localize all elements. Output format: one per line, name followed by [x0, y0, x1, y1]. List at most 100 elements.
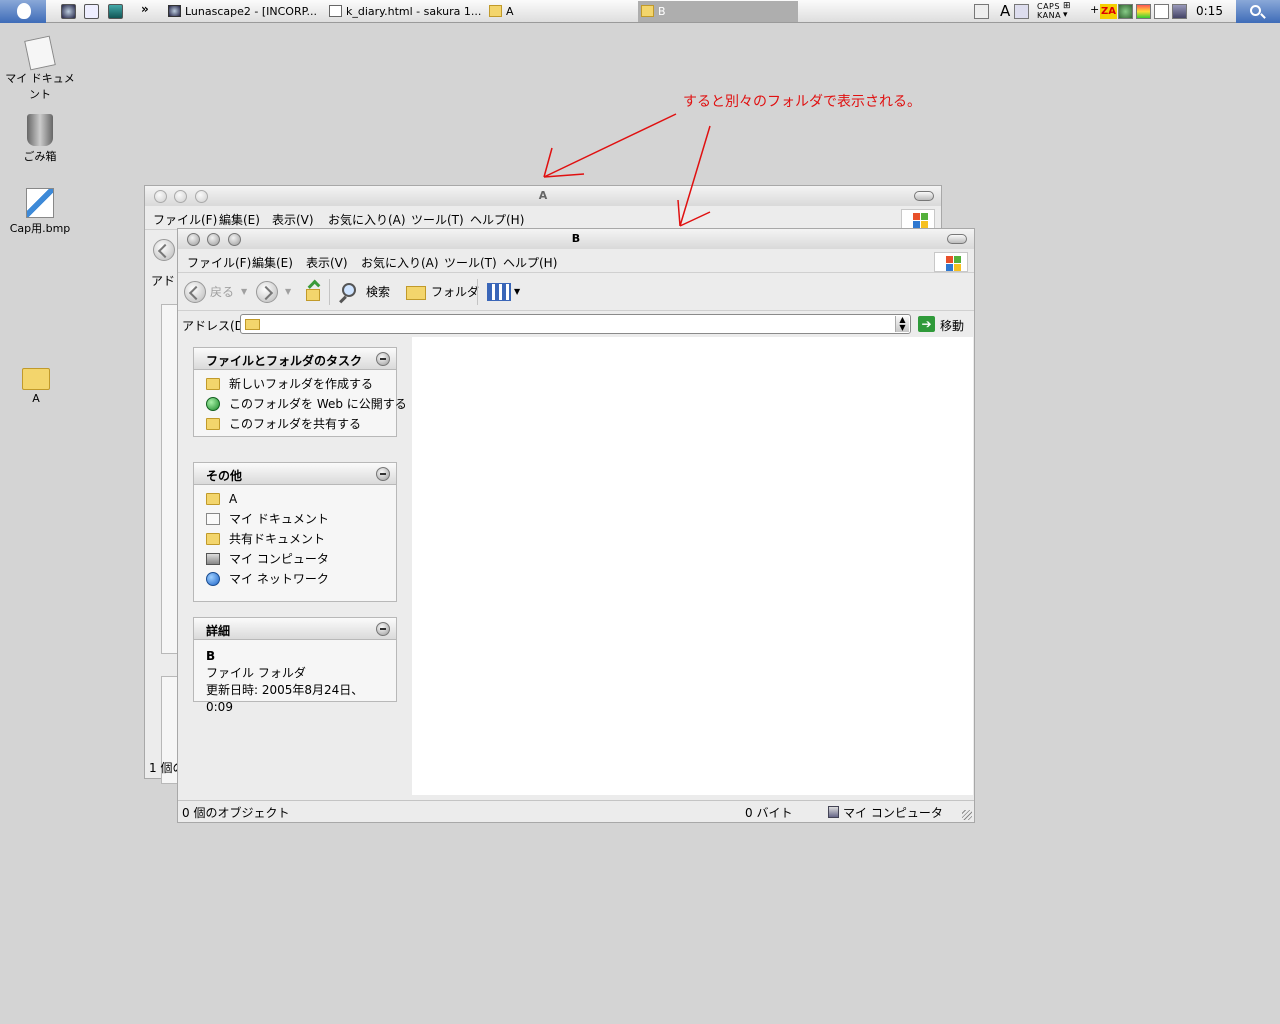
clock[interactable]: 0:15: [1196, 0, 1223, 23]
ime-pad-icon[interactable]: [1014, 4, 1029, 19]
folder-icon: [22, 368, 50, 390]
zoom-button[interactable]: [195, 190, 208, 203]
task-folder-b[interactable]: B: [638, 1, 798, 22]
other-places-panel: その他 A マイ ドキュメント 共有ドキュメント マイ コンピュータ マイ ネッ…: [193, 462, 397, 602]
place-label: A: [229, 492, 238, 506]
desktop-icon-cap-bmp[interactable]: Cap用.bmp: [0, 188, 80, 236]
views-button[interactable]: ▼: [487, 281, 523, 303]
menu-edit[interactable]: 編集(E): [252, 254, 293, 271]
menu-file[interactable]: ファイル(F): [187, 254, 251, 271]
lunascape-icon: [168, 5, 181, 17]
back-button[interactable]: 戻る: [210, 281, 234, 303]
place-shared-documents[interactable]: 共有ドキュメント: [194, 529, 396, 549]
zoom-button[interactable]: [228, 233, 241, 246]
my-documents-icon: [24, 35, 56, 71]
folders-button[interactable]: フォルダ: [404, 281, 479, 303]
task-new-folder[interactable]: 新しいフォルダを作成する: [194, 374, 396, 394]
folder-icon: [489, 5, 502, 17]
back-button[interactable]: [153, 239, 175, 261]
panel-header[interactable]: その他: [194, 463, 396, 485]
menu-tools[interactable]: ツール(T): [444, 254, 497, 271]
collapse-button[interactable]: [376, 622, 390, 636]
window-b-statusbar: 0 個のオブジェクト 0 バイト マイ コンピュータ: [178, 800, 974, 822]
back-arrow-icon[interactable]: [184, 281, 206, 303]
desktop-icon-label: A: [32, 392, 40, 405]
address-dropdown-icon[interactable]: ▲ ▼: [895, 316, 909, 332]
menu-favorites[interactable]: お気に入り(A): [361, 254, 439, 271]
task-share-folder[interactable]: このフォルダを共有する: [194, 414, 396, 434]
window-a-menubar: ファイル(F) 編集(E) 表示(V) お気に入り(A) ツール(T) ヘルプ(…: [145, 206, 941, 230]
quick-launch-tool-icon[interactable]: [108, 4, 123, 19]
place-my-network[interactable]: マイ ネットワーク: [194, 569, 396, 589]
quick-launch-editor-icon[interactable]: [84, 4, 99, 19]
apple-menu-button[interactable]: [0, 0, 46, 23]
window-a-titlebar[interactable]: A: [145, 186, 941, 206]
forward-dropdown-icon[interactable]: ▼: [285, 281, 291, 303]
kana-indicator: KANA: [1037, 11, 1062, 20]
menu-file[interactable]: ファイル(F): [153, 211, 217, 228]
ime-options-icon[interactable]: ⊞ ▾: [1063, 2, 1071, 20]
menu-tools[interactable]: ツール(T): [411, 211, 464, 228]
detail-item-type: ファイル フォルダ: [206, 666, 306, 680]
menu-help[interactable]: ヘルプ(H): [503, 254, 557, 271]
menu-help[interactable]: ヘルプ(H): [470, 211, 524, 228]
place-my-computer[interactable]: マイ コンピュータ: [194, 549, 396, 569]
ime-mode-indicator[interactable]: A: [1000, 2, 1010, 20]
quick-launch-lunascape-icon[interactable]: [61, 4, 76, 19]
quick-launch-more-button[interactable]: »: [141, 2, 149, 16]
desktop-icon-folder-a[interactable]: A: [0, 362, 76, 405]
menu-favorites[interactable]: お気に入り(A): [328, 211, 406, 228]
search-button[interactable]: 検索: [338, 281, 394, 304]
go-arrow-icon[interactable]: ➔: [918, 316, 935, 332]
collapse-button[interactable]: [376, 467, 390, 481]
window-b-address-bar: アドレス(D) ▲ ▼ ➔ 移動: [178, 311, 974, 337]
address-input[interactable]: ▲ ▼: [240, 314, 911, 334]
place-my-documents[interactable]: マイ ドキュメント: [194, 509, 396, 529]
panel-header[interactable]: ファイルとフォルダのタスク: [194, 348, 396, 370]
desktop-icon-my-documents[interactable]: マイ ドキュメント: [0, 35, 80, 102]
desktop-icon-recycle-bin[interactable]: ごみ箱: [0, 114, 80, 164]
minimize-button[interactable]: [174, 190, 187, 203]
details-panel: 詳細 B ファイル フォルダ 更新日時: 2005年8月24日、0:09: [193, 617, 397, 714]
resize-grip[interactable]: [962, 810, 972, 820]
folder-content-area[interactable]: [412, 337, 973, 795]
folders-icon: [406, 286, 426, 300]
task-publish-web[interactable]: このフォルダを Web に公開する: [194, 394, 407, 414]
task-folder-a[interactable]: A: [486, 1, 636, 22]
caps-indicator: CAPS: [1037, 2, 1060, 11]
network-users-icon[interactable]: [1118, 4, 1133, 19]
my-network-icon: [206, 572, 220, 586]
task-sakura-editor[interactable]: k_diary.html - sakura 1...: [326, 1, 481, 22]
monitor-icon[interactable]: [1172, 4, 1187, 19]
ime-za-indicator[interactable]: ZA: [1100, 4, 1117, 19]
window-title: B: [571, 232, 581, 245]
menu-view[interactable]: 表示(V): [306, 254, 348, 271]
toolbar-toggle-button[interactable]: [947, 234, 967, 244]
collapse-button[interactable]: [376, 352, 390, 366]
window-title: A: [538, 189, 548, 202]
minimize-button[interactable]: [207, 233, 220, 246]
search-label: 検索: [366, 285, 391, 299]
menu-view[interactable]: 表示(V): [272, 211, 314, 228]
desktop-icon-label: マイ ドキュメント: [5, 72, 75, 101]
toolbar-toggle-button[interactable]: [914, 191, 934, 201]
keyboard-icon[interactable]: [974, 4, 989, 19]
detail-modified-date: 更新日時: 2005年8月24日、0:09: [206, 683, 364, 714]
status-location: マイ コンピュータ: [843, 806, 943, 820]
window-folder-b[interactable]: B ファイル(F) 編集(E) 表示(V) お気に入り(A) ツール(T) ヘル…: [177, 228, 975, 823]
forward-button[interactable]: [256, 281, 278, 303]
back-dropdown-icon[interactable]: ▼: [241, 281, 247, 303]
address-label: アドレス(D): [182, 319, 249, 333]
notepad-icon[interactable]: [1154, 4, 1169, 19]
window-b-titlebar[interactable]: B: [178, 229, 974, 249]
go-button[interactable]: 移動: [940, 317, 964, 334]
traffic-light-icon[interactable]: [1136, 4, 1151, 19]
place-folder-a[interactable]: A: [194, 489, 396, 509]
task-lunascape[interactable]: Lunascape2 - [INCORP...: [165, 1, 320, 22]
search-button[interactable]: [1236, 0, 1280, 23]
close-button[interactable]: [154, 190, 167, 203]
menu-edit[interactable]: 編集(E): [219, 211, 260, 228]
panel-header[interactable]: 詳細: [194, 618, 396, 640]
up-folder-button[interactable]: [302, 279, 324, 303]
close-button[interactable]: [187, 233, 200, 246]
